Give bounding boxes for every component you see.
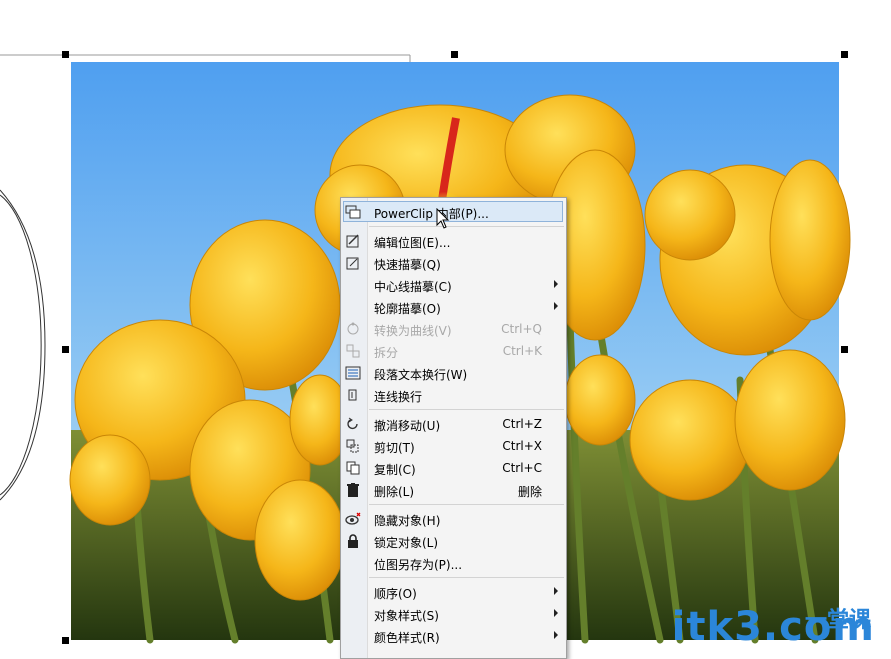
undo-icon <box>344 416 362 432</box>
menu-item-shortcut: Ctrl+Q <box>501 322 542 336</box>
edit-bitmap-icon <box>344 233 362 249</box>
selection-handle-tc[interactable] <box>451 51 458 58</box>
menu-separator <box>369 409 564 410</box>
selection-handle-tr[interactable] <box>841 51 848 58</box>
menu-item[interactable]: 顺序(O) <box>341 581 566 603</box>
context-menu: PowerClip 内部(P)... 编辑位图(E)... 快速描摹(Q) 中心线描摹… <box>340 197 567 659</box>
menu-item-label: 撤消移动(U) <box>374 419 441 433</box>
menu-item-label: 轮廓描摹(O) <box>374 302 441 316</box>
menu-item-label: 隐藏对象(H) <box>374 514 441 528</box>
menu-item[interactable]: 转换为曲线(V) Ctrl+Q <box>341 318 566 340</box>
submenu-arrow-icon <box>554 631 558 639</box>
cut-icon <box>344 438 362 454</box>
break-apart-icon <box>344 343 362 359</box>
menu-item-label: 位图另存为(P)... <box>374 558 463 572</box>
menu-item-label: 拆分 <box>374 346 399 360</box>
menu-item-label: 转换为曲线(V) <box>374 324 452 338</box>
connector-wrap-icon <box>344 387 362 403</box>
submenu-arrow-icon <box>554 280 558 288</box>
menu-item-shortcut: Ctrl+C <box>502 461 542 475</box>
submenu-arrow-icon <box>554 587 558 595</box>
menu-item[interactable]: 编辑位图(E)... <box>341 230 566 252</box>
menu-item-label: 段落文本换行(W) <box>374 368 468 382</box>
menu-item-label: 删除(L) <box>374 485 415 499</box>
menu-item[interactable]: 复制(C) Ctrl+C <box>341 457 566 479</box>
menu-item-label: 复制(C) <box>374 463 416 477</box>
convert-curves-icon <box>344 321 362 337</box>
menu-item[interactable]: 剪切(T) Ctrl+X <box>341 435 566 457</box>
watermark-logo: itk3.com <box>671 604 875 650</box>
lock-icon <box>344 533 362 549</box>
selection-handle-bl[interactable] <box>62 637 69 644</box>
menu-item[interactable]: 拆分 Ctrl+K <box>341 340 566 362</box>
menu-item-label: 快速描摹(Q) <box>374 258 441 272</box>
menu-item[interactable]: 隐藏对象(H) <box>341 508 566 530</box>
selection-handle-ml[interactable] <box>62 346 69 353</box>
submenu-arrow-icon <box>554 302 558 310</box>
hide-icon <box>344 511 362 527</box>
mouse-pointer-icon <box>436 208 450 229</box>
menu-item[interactable]: 对象样式(S) <box>341 603 566 625</box>
menu-item-shortcut: 删除 <box>517 485 542 499</box>
menu-item-label: 中心线描摹(C) <box>374 280 452 294</box>
menu-item-shortcut: Ctrl+X <box>502 439 542 453</box>
selection-handle-tl[interactable] <box>62 51 69 58</box>
copy-icon <box>344 460 362 476</box>
menu-item-label: 顺序(O) <box>374 587 417 601</box>
menu-item[interactable]: 中心线描摹(C) <box>341 274 566 296</box>
menu-item[interactable]: PowerClip 内部(P)... <box>341 201 566 223</box>
menu-item-shortcut: Ctrl+Z <box>502 417 542 431</box>
trash-icon <box>344 482 362 498</box>
menu-item[interactable]: 删除(L) 删除 <box>341 479 566 501</box>
menu-item-label: 颜色样式(R) <box>374 631 440 645</box>
menu-item-label: 连线换行 <box>374 390 423 404</box>
menu-item[interactable]: 撤消移动(U) Ctrl+Z <box>341 413 566 435</box>
menu-item-label: PowerClip 内部(P)... <box>374 207 489 221</box>
menu-item[interactable]: 连线换行 <box>341 384 566 406</box>
menu-item[interactable]: 锁定对象(L) <box>341 530 566 552</box>
menu-item[interactable]: 快速描摹(Q) <box>341 252 566 274</box>
menu-separator <box>369 504 564 505</box>
menu-item-label: 对象样式(S) <box>374 609 439 623</box>
menu-item[interactable]: 段落文本换行(W) <box>341 362 566 384</box>
submenu-arrow-icon <box>554 609 558 617</box>
menu-item-label: 编辑位图(E)... <box>374 236 451 250</box>
text-wrap-icon <box>344 365 362 381</box>
menu-separator <box>369 226 564 227</box>
menu-item[interactable]: 轮廓描摹(O) <box>341 296 566 318</box>
menu-item-label: 剪切(T) <box>374 441 415 455</box>
selection-handle-mr[interactable] <box>841 346 848 353</box>
menu-item-shortcut: Ctrl+K <box>502 344 542 358</box>
menu-separator <box>369 577 564 578</box>
menu-item-label: 锁定对象(L) <box>374 536 439 550</box>
menu-item[interactable]: 位图另存为(P)... <box>341 552 566 574</box>
menu-item[interactable]: 颜色样式(R) <box>341 625 566 647</box>
powerclip-icon <box>344 204 362 220</box>
quick-trace-icon <box>344 255 362 271</box>
